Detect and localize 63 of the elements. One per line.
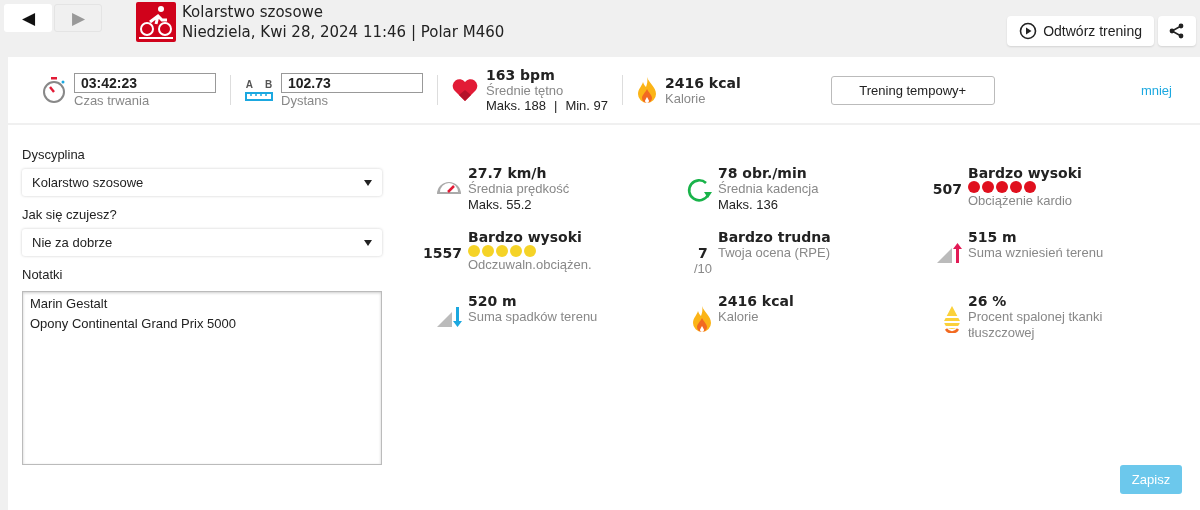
flame-icon bbox=[692, 305, 712, 333]
metric-value: 520 m bbox=[468, 293, 518, 309]
score-value: 1557 bbox=[423, 245, 462, 261]
fat-drop-icon bbox=[942, 305, 962, 333]
metric-label: Procent spalonej tkanki tłuszczowej bbox=[968, 309, 1104, 341]
metric-value: Bardzo trudna bbox=[718, 229, 831, 245]
training-type-button[interactable]: Trening tempowy+ bbox=[830, 75, 995, 105]
stopwatch-icon bbox=[42, 77, 66, 103]
notes-label: Notatki bbox=[22, 267, 64, 282]
metric-max: Maks. 136 bbox=[718, 197, 779, 213]
share-icon bbox=[1168, 22, 1186, 40]
metric-value: 78 obr./min bbox=[718, 165, 808, 181]
descent-icon bbox=[436, 305, 462, 327]
metric-value: 515 m bbox=[968, 229, 1018, 245]
feeling-dropdown[interactable]: Nie za dobrze bbox=[22, 229, 382, 256]
duration-label: Czas trwania bbox=[74, 92, 151, 108]
metric-value: 26 % bbox=[968, 293, 1008, 309]
score-value: 507 bbox=[932, 181, 962, 197]
separator-text: | bbox=[554, 98, 558, 113]
circular-arrow-icon bbox=[686, 177, 712, 203]
metric-max: Maks. 55.2 bbox=[468, 197, 533, 213]
heart-rate-label: Średnie tętno bbox=[486, 83, 565, 98]
metric-value: Bardzo wysoki bbox=[468, 229, 583, 245]
metric-label: Odczuwaln.obciążen. bbox=[468, 257, 592, 273]
ruler-icon bbox=[245, 92, 273, 101]
duration-field[interactable]: 03:42:23 bbox=[74, 72, 216, 93]
calories-value: 2416 kcal bbox=[665, 74, 741, 91]
metric-label: Średnia kadencja bbox=[718, 181, 819, 197]
metric-label: Średnia prędkość bbox=[468, 181, 570, 197]
score-value: 7 bbox=[698, 245, 708, 261]
point-a-label: A bbox=[245, 79, 253, 90]
metric-label: Suma wzniesień terenu bbox=[968, 245, 1104, 261]
workout-title: Kolarstwo szosowe bbox=[182, 2, 325, 22]
metric-label: Twoja ocena (RPE) bbox=[718, 245, 831, 261]
nav-button[interactable]: ◀ bbox=[4, 4, 52, 32]
distance-field[interactable]: 102.73 bbox=[281, 72, 423, 93]
heart-icon bbox=[452, 78, 478, 102]
distance-label: Dystans bbox=[281, 92, 329, 108]
metric-value: 27.7 km/h bbox=[468, 165, 548, 181]
metric-label: Obciążenie kardio bbox=[968, 193, 1074, 209]
metric-value: 2416 kcal bbox=[718, 293, 794, 309]
metric-label: Suma spadków terenu bbox=[468, 309, 598, 325]
point-b-label: B bbox=[265, 79, 273, 90]
share-button[interactable] bbox=[1158, 16, 1196, 46]
heart-rate-value: 163 bpm bbox=[486, 67, 556, 83]
play-icon bbox=[1019, 22, 1038, 40]
score-scale: /10 bbox=[693, 261, 712, 276]
discipline-label: Dyscyplina bbox=[22, 147, 86, 162]
workout-subtitle: Niedziela, Kwi 28, 2024 11:46 | Polar M460 bbox=[182, 22, 505, 42]
metric-label: Kalorie bbox=[718, 309, 760, 325]
replay-button[interactable]: Odtwórz trening bbox=[1007, 16, 1154, 46]
caret-icon bbox=[364, 179, 372, 186]
feeling-label: Jak się czujesz? bbox=[22, 207, 118, 222]
heart-rate-max: Maks. 188 bbox=[486, 98, 546, 113]
caret-icon bbox=[364, 239, 372, 246]
flame-icon bbox=[637, 76, 657, 104]
cyclist-icon bbox=[136, 2, 176, 42]
ascent-icon bbox=[936, 241, 962, 263]
heart-rate-min: Min. 97 bbox=[565, 98, 608, 113]
metric-value: Bardzo wysoki bbox=[968, 165, 1082, 181]
notes-field[interactable]: Marin Gestalt Opony Continental Grand Prix 5000 bbox=[22, 291, 382, 465]
discipline-dropdown[interactable]: Kolarstwo szosowe bbox=[22, 169, 382, 196]
calories-label: Kalorie bbox=[665, 90, 707, 106]
